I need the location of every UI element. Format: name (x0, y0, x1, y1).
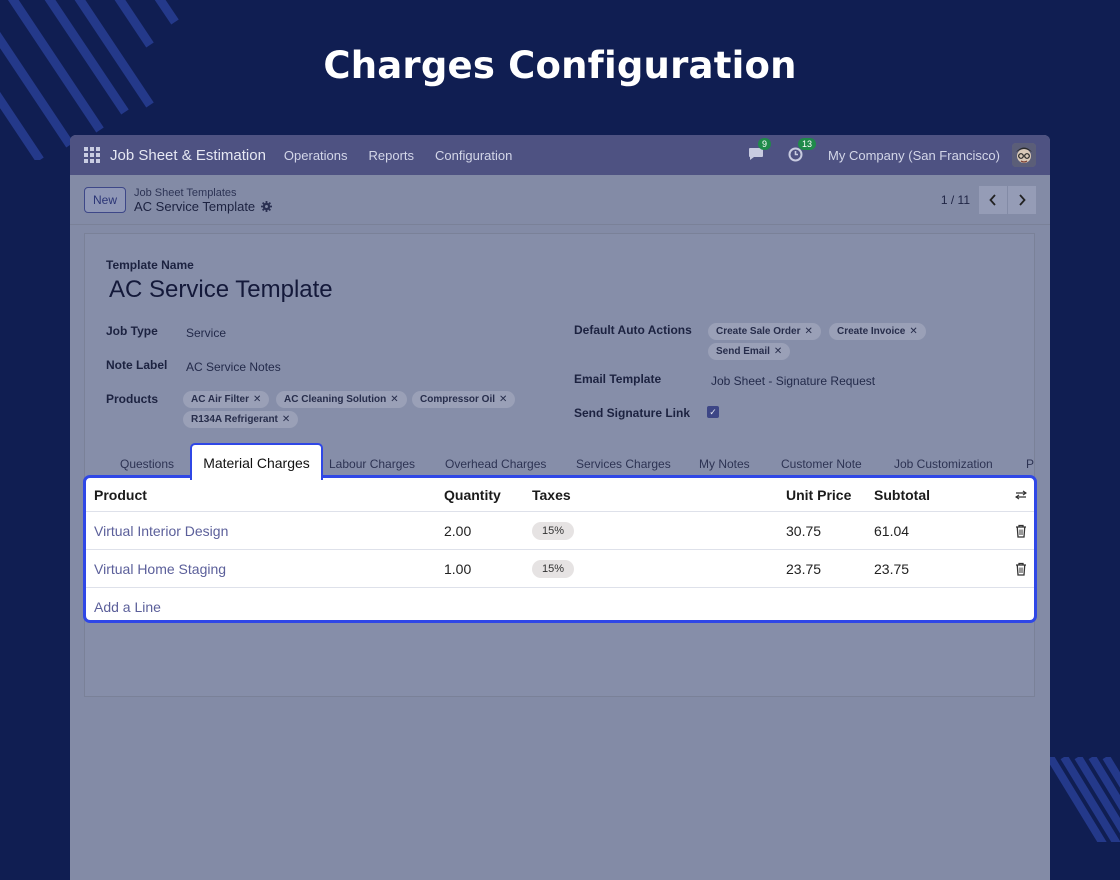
remove-tag-icon[interactable]: ✕ (282, 414, 290, 425)
menu-operations[interactable]: Operations (284, 148, 348, 163)
column-taxes[interactable]: Taxes (532, 487, 571, 503)
activities-button[interactable]: 13 (788, 138, 817, 163)
row-quantity[interactable]: 2.00 (444, 523, 471, 539)
tab-customer-note[interactable]: Customer Note (781, 457, 862, 471)
gear-icon[interactable] (261, 201, 273, 212)
tab-questions[interactable]: Questions (120, 457, 174, 471)
auto-action-tag-label: Create Invoice (837, 326, 906, 337)
send-signature-link-checkbox[interactable]: ✓ (707, 406, 719, 418)
pager-value[interactable]: 1 / 11 (941, 193, 970, 207)
trash-icon[interactable] (1015, 562, 1027, 576)
table-row[interactable]: Virtual Home Staging 1.00 15% 23.75 23.7… (86, 550, 1034, 588)
tab-more[interactable]: P (1026, 457, 1034, 471)
breadcrumb-parent[interactable]: Job Sheet Templates (134, 186, 272, 200)
new-button[interactable]: New (84, 186, 127, 213)
table-header: Product Quantity Taxes Unit Price Subtot… (86, 478, 1034, 512)
row-subtotal: 23.75 (874, 560, 910, 577)
job-type-label: Job Type (106, 324, 158, 338)
job-type-field[interactable]: Service (186, 326, 226, 340)
product-tag-label: AC Air Filter (191, 394, 249, 405)
messages-button[interactable]: 9 (748, 138, 772, 163)
add-line-row: Add a Line (86, 588, 1034, 620)
row-unit-price[interactable]: 30.75 (786, 523, 821, 539)
note-label-field[interactable]: AC Service Notes (186, 360, 281, 374)
remove-tag-icon[interactable]: ✕ (805, 326, 813, 337)
note-label-label: Note Label (106, 358, 168, 372)
send-signature-link-label: Send Signature Link (574, 406, 691, 420)
column-unit-price[interactable]: Unit Price (786, 487, 851, 503)
tab-job-customization[interactable]: Job Customization (894, 457, 993, 471)
default-auto-actions-label: Default Auto Actions (574, 323, 692, 337)
remove-tag-icon[interactable]: ✕ (774, 346, 782, 357)
email-template-field[interactable]: Job Sheet - Signature Request (711, 374, 875, 388)
product-tag-label: Compressor Oil (420, 394, 496, 405)
control-panel: New Job Sheet Templates AC Service Templ… (70, 175, 1050, 225)
auto-action-tag[interactable]: Send Email ✕ (708, 343, 791, 360)
product-tag[interactable]: AC Air Filter ✕ (183, 391, 270, 408)
template-name-label: Template Name (106, 258, 194, 272)
remove-tag-icon[interactable]: ✕ (909, 326, 917, 337)
row-product[interactable]: Virtual Home Staging (94, 561, 226, 577)
remove-tag-icon[interactable]: ✕ (390, 394, 398, 405)
tab-labour-charges[interactable]: Labour Charges (329, 457, 415, 471)
column-subtotal[interactable]: Subtotal (874, 487, 930, 503)
row-subtotal: 61.04 (874, 522, 910, 539)
record-pager: 1 / 11 (941, 185, 1036, 214)
chevron-left-icon (989, 193, 996, 206)
breadcrumb-current: AC Service Template (134, 198, 273, 214)
tax-badge[interactable]: 15% (532, 521, 575, 540)
column-quantity[interactable]: Quantity (444, 487, 501, 503)
email-template-label: Email Template (574, 372, 662, 386)
app-window: Job Sheet & Estimation Operations Report… (70, 135, 1050, 880)
product-tag[interactable]: Compressor Oil ✕ (412, 391, 516, 408)
decorative-stripes-bottom-right (1050, 757, 1120, 842)
column-settings-icon[interactable] (1015, 490, 1027, 500)
activities-badge: 13 (798, 138, 817, 150)
messages-badge: 9 (758, 138, 772, 150)
add-line-button[interactable]: Add a Line (94, 599, 161, 615)
tab-material-charges[interactable]: Material Charges (190, 443, 323, 483)
row-quantity[interactable]: 1.00 (444, 561, 471, 577)
breadcrumb-current-label: AC Service Template (134, 198, 256, 214)
user-avatar[interactable] (1012, 143, 1036, 167)
product-tag-label: AC Cleaning Solution (284, 394, 387, 405)
breadcrumb: Job Sheet Templates AC Service Template (134, 186, 273, 214)
pager-previous-button[interactable] (979, 185, 1007, 214)
auto-action-tag-label: Send Email (716, 346, 770, 357)
tab-my-notes[interactable]: My Notes (699, 457, 750, 471)
menu-reports[interactable]: Reports (369, 148, 415, 163)
row-product[interactable]: Virtual Interior Design (94, 523, 228, 539)
tax-badge[interactable]: 15% (532, 559, 575, 578)
tab-overhead-charges[interactable]: Overhead Charges (445, 457, 546, 471)
product-tag[interactable]: R134A Refrigerant ✕ (183, 411, 299, 428)
auto-action-tag[interactable]: Create Sale Order ✕ (708, 323, 821, 340)
page-headline: Charges Configuration (323, 44, 797, 87)
chevron-right-icon (1019, 193, 1026, 206)
template-name-field[interactable]: AC Service Template (109, 276, 333, 304)
column-product[interactable]: Product (94, 487, 147, 503)
material-charges-table: Product Quantity Taxes Unit Price Subtot… (83, 475, 1037, 623)
top-navbar: Job Sheet & Estimation Operations Report… (70, 135, 1050, 175)
auto-action-tag[interactable]: Create Invoice ✕ (829, 323, 926, 340)
trash-icon[interactable] (1015, 524, 1027, 538)
product-tag-label: R134A Refrigerant (191, 414, 278, 425)
auto-action-tag-label: Create Sale Order (716, 326, 801, 337)
apps-grid-icon[interactable] (84, 147, 100, 163)
company-switcher[interactable]: My Company (San Francisco) (828, 148, 1000, 163)
table-row[interactable]: Virtual Interior Design 2.00 15% 30.75 6… (86, 512, 1034, 550)
menu-configuration[interactable]: Configuration (435, 148, 512, 163)
product-tag[interactable]: AC Cleaning Solution ✕ (276, 391, 407, 408)
row-unit-price[interactable]: 23.75 (786, 561, 821, 577)
products-label: Products (106, 392, 159, 406)
remove-tag-icon[interactable]: ✕ (499, 394, 507, 405)
tab-services-charges[interactable]: Services Charges (576, 457, 671, 471)
app-name[interactable]: Job Sheet & Estimation (110, 147, 266, 164)
pager-next-button[interactable] (1008, 185, 1036, 214)
remove-tag-icon[interactable]: ✕ (253, 394, 261, 405)
